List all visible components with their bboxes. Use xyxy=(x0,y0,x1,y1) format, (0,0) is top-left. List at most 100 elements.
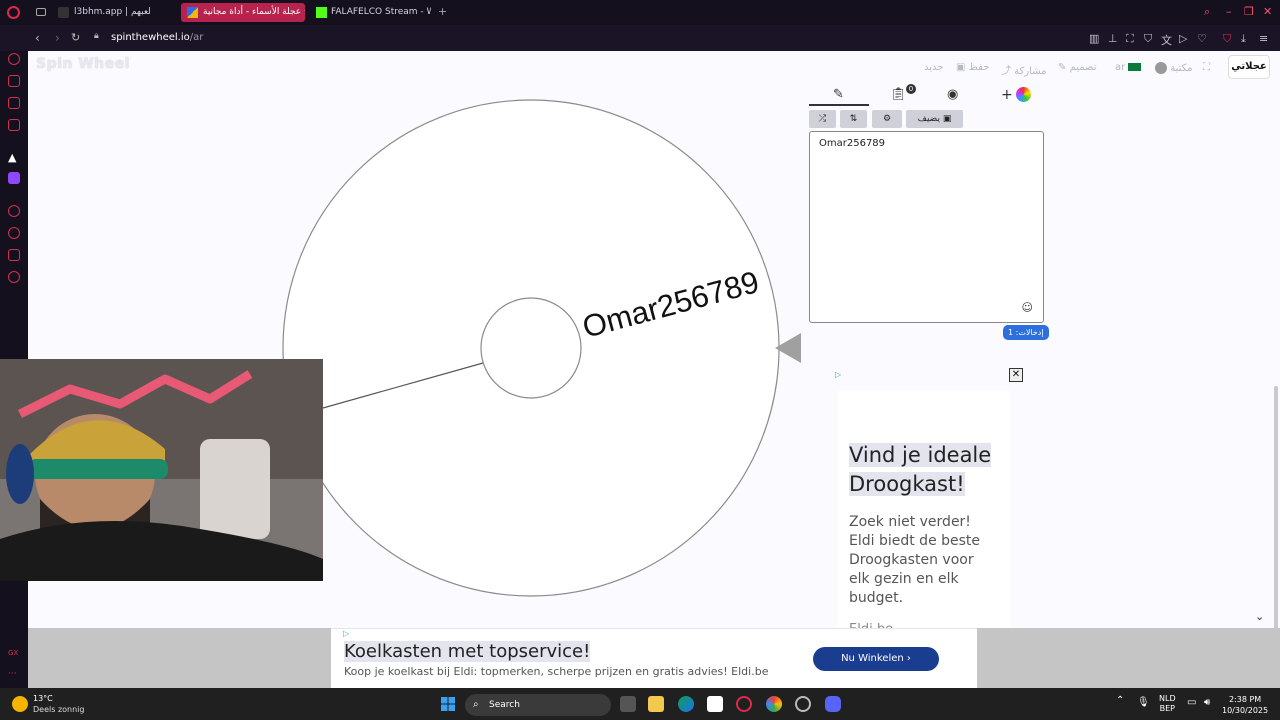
edit-tab-pencil-icon[interactable]: ✎ xyxy=(833,87,844,102)
cta-label: Nu Winkelen xyxy=(841,653,904,664)
new-tab-icon[interactable]: + xyxy=(438,5,447,18)
messenger-icon[interactable] xyxy=(8,97,20,109)
pen-icon: ✎ xyxy=(1058,62,1067,73)
social-icon[interactable] xyxy=(8,119,20,131)
forward-icon[interactable]: › xyxy=(55,31,60,45)
shuffle-icon: ⤮ xyxy=(818,114,827,124)
hide-tab-eye-icon[interactable]: ◉ xyxy=(947,87,958,102)
tab-kick-stream[interactable]: FALAFELCO Stream - Watch xyxy=(309,3,431,22)
maximize-icon[interactable]: ❐ xyxy=(1244,5,1254,18)
results-tab-clipboard-icon[interactable]: 📋︎ xyxy=(890,87,907,102)
chrome-icon[interactable] xyxy=(766,696,782,712)
ai-icon[interactable] xyxy=(8,75,20,87)
language-indicator[interactable]: NLD BEP xyxy=(1159,694,1176,714)
gx-icon[interactable]: GX xyxy=(8,649,20,661)
steam-icon[interactable] xyxy=(795,696,811,712)
sort-button[interactable]: ⇅ xyxy=(840,110,867,128)
shuffle-button[interactable]: ⤮ xyxy=(809,110,836,128)
sort-icon: ⇅ xyxy=(849,114,858,124)
tab-spinthewheel[interactable]: برنامج عجلة الأسماء - أداة مجانية xyxy=(181,3,305,22)
kick-sidebar-icon[interactable]: ▲ xyxy=(8,151,20,164)
fullscreen-icon[interactable]: ⛶ xyxy=(1203,62,1210,73)
heart-icon[interactable]: ♡ xyxy=(1197,32,1207,45)
wheel-center[interactable] xyxy=(480,297,582,399)
search-tabs-icon[interactable]: ⌕ xyxy=(1204,5,1210,19)
windows-taskbar: 13°C Deels zonnig ⌕ Search ⌃ NLD BEP 🎙︎ ▭ … xyxy=(0,688,1280,720)
reload-icon[interactable]: ↻ xyxy=(71,31,80,44)
taskbar-clock[interactable]: 2:38 PM 10/30/2025 xyxy=(1222,694,1268,716)
ad-choices-icon[interactable]: ▷ xyxy=(343,629,349,638)
player-sidebar-icon[interactable] xyxy=(8,205,20,217)
bottom-banner-ad[interactable]: ▷ Koelkasten met topservice! Koop je koe… xyxy=(331,628,977,688)
webcam-overlay xyxy=(0,359,323,581)
download-icon[interactable]: ⤓ xyxy=(1241,32,1246,46)
spinwheel-favicon-icon xyxy=(187,7,198,18)
wallet-icon[interactable]: ⛉ xyxy=(1223,32,1231,46)
search-placeholder: Search xyxy=(489,700,520,710)
search-icon: ⌕ xyxy=(473,699,479,710)
side-ad[interactable]: Vind je ideale Droogkast! Zoek niet verd… xyxy=(838,391,1010,641)
weather-temp[interactable]: 13°C xyxy=(33,694,53,703)
aria-icon[interactable] xyxy=(8,53,20,65)
taskbar-search[interactable]: ⌕ Search xyxy=(465,694,611,716)
extensions-icon[interactable] xyxy=(8,249,20,261)
color-wheel-icon[interactable] xyxy=(1016,87,1031,102)
settings-icon[interactable] xyxy=(8,271,20,283)
menu-label: ar xyxy=(1115,62,1126,73)
shop-now-button[interactable]: Nu Winkelen › xyxy=(813,647,939,671)
more-icon[interactable]: ··· xyxy=(8,669,20,681)
streamer-webcam-image xyxy=(0,359,323,581)
twitch-icon[interactable] xyxy=(8,172,20,184)
volume-icon[interactable]: 🔊︎ xyxy=(1204,698,1210,708)
close-window-icon[interactable]: ✕ xyxy=(1263,5,1272,18)
easy-setup-icon[interactable]: ≡ xyxy=(1259,32,1268,45)
browser-tab-bar: l3bhm.app | لعبهم برنامج عجلة الأسماء - … xyxy=(0,0,1280,25)
add-wheel-plus-icon[interactable]: + xyxy=(1001,87,1013,103)
microphone-icon[interactable]: 🎙︎ xyxy=(1137,698,1150,708)
opera-logo-icon[interactable] xyxy=(7,6,20,19)
history-icon[interactable] xyxy=(8,227,20,239)
network-icon[interactable]: ▭ xyxy=(1187,698,1196,708)
menu-language[interactable]: ar xyxy=(1115,62,1142,73)
lock-icon: 🔒︎ xyxy=(94,31,99,41)
results-badge-icon: 0 xyxy=(906,84,916,94)
tray-chevron-icon[interactable]: ⌃ xyxy=(1116,696,1124,706)
task-view-icon[interactable] xyxy=(620,696,636,712)
translate-icon[interactable]: 文 xyxy=(1161,32,1172,48)
settings-button[interactable]: ⚙ xyxy=(872,110,902,128)
ad-close-button[interactable]: ✕ xyxy=(1009,368,1023,382)
menu-customize[interactable]: ✎ تصميم xyxy=(1058,62,1097,73)
minimize-icon[interactable]: – xyxy=(1226,5,1232,18)
split-view-icon[interactable]: ▥ xyxy=(1089,32,1099,45)
banner-right-margin xyxy=(977,628,1280,688)
tab-l3bhm[interactable]: l3bhm.app | لعبهم xyxy=(66,3,174,22)
my-wheels-button[interactable]: عجلاتي xyxy=(1228,55,1270,79)
windows-start-icon[interactable] xyxy=(441,697,455,711)
store-icon[interactable] xyxy=(707,696,723,712)
ad-choices-icon[interactable]: ▷ xyxy=(835,370,841,379)
url-path: /ar xyxy=(189,32,204,43)
discord-icon[interactable] xyxy=(825,696,841,712)
edge-icon[interactable] xyxy=(678,696,694,712)
menu-library[interactable]: مكتبة xyxy=(1155,62,1192,74)
lang-top: NLD xyxy=(1159,694,1176,703)
entries-textarea[interactable]: Omar256789 ☺ xyxy=(809,131,1044,323)
player-icon[interactable]: ▷ xyxy=(1179,32,1187,45)
emoji-icon[interactable]: ☺ xyxy=(1022,301,1033,314)
file-explorer-icon[interactable] xyxy=(648,696,664,712)
opera-gx-taskbar-icon[interactable] xyxy=(736,696,752,712)
page-scrollbar[interactable] xyxy=(1274,386,1278,636)
vpn-shield-icon[interactable]: ⛉ xyxy=(1144,32,1152,46)
url-field[interactable]: spinthewheel.io/ar xyxy=(111,32,203,43)
scroll-down-chevron-icon[interactable]: ⌄ xyxy=(1255,610,1264,623)
pin-icon[interactable]: ⊥ xyxy=(1108,32,1118,45)
banner-left-margin xyxy=(28,628,331,688)
back-icon[interactable]: ‹ xyxy=(35,31,40,45)
snapshot-icon[interactable]: ⛶ xyxy=(1126,32,1134,46)
weather-desc[interactable]: Deels zonnig xyxy=(33,705,84,714)
kick-favicon-icon xyxy=(316,7,327,18)
weather-sun-icon[interactable] xyxy=(12,696,28,712)
workspaces-icon[interactable] xyxy=(36,8,46,16)
active-tab-underline xyxy=(809,104,869,106)
add-image-button[interactable]: يضيف ▣ xyxy=(906,110,963,128)
